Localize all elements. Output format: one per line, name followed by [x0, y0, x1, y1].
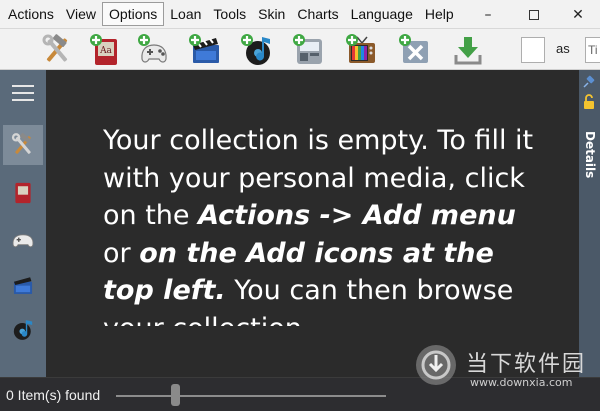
tools-icon[interactable]: [40, 33, 74, 67]
maximize-icon: [529, 9, 539, 20]
add-music-icon[interactable]: [240, 33, 274, 67]
menu-tools[interactable]: Tools: [207, 2, 252, 26]
menu-view[interactable]: View: [60, 2, 102, 26]
pin-icon[interactable]: [581, 74, 597, 90]
menu-language[interactable]: Language: [345, 2, 419, 26]
message-text-2: or: [103, 237, 140, 269]
close-button[interactable]: ✕: [556, 0, 600, 29]
sidebar-item-music[interactable]: [3, 310, 43, 350]
collection-view: Your collection is empty. To fill it wit…: [46, 70, 579, 377]
sidebar-item-movies[interactable]: [3, 265, 43, 305]
add-book-icon[interactable]: Aa: [89, 33, 123, 67]
minimize-button[interactable]: –: [466, 0, 510, 29]
zoom-slider-track[interactable]: [116, 395, 386, 397]
add-game-icon[interactable]: [137, 33, 171, 67]
game-icon: [12, 234, 34, 248]
menu-skin[interactable]: Skin: [252, 2, 291, 26]
menu-help[interactable]: Help: [419, 2, 460, 26]
book-icon: [15, 182, 31, 204]
actions-add-menu-text: Actions -> Add menu: [198, 200, 516, 231]
search-input[interactable]: [521, 37, 545, 63]
sidebar-item-games[interactable]: [3, 219, 43, 259]
watermark-logo-icon: [416, 345, 456, 385]
music-icon: [13, 320, 33, 340]
details-panel: Details: [579, 70, 600, 377]
download-icon[interactable]: [451, 33, 485, 67]
maximize-button[interactable]: [512, 0, 556, 29]
tools-icon: [11, 132, 31, 154]
add-other-icon[interactable]: [398, 33, 432, 67]
lock-icon[interactable]: [582, 94, 596, 110]
sidebar-item-books[interactable]: [3, 173, 43, 213]
movie-icon: [13, 277, 33, 295]
toolbar: Aa as Ti: [0, 29, 600, 70]
sidebar: [0, 70, 46, 377]
watermark-url: www.downxia.com: [470, 376, 573, 389]
hamburger-menu-icon[interactable]: [12, 85, 34, 102]
view-select[interactable]: Ti: [585, 37, 600, 63]
menu-charts[interactable]: Charts: [291, 2, 344, 26]
menu-options[interactable]: Options: [102, 2, 165, 26]
add-software-icon[interactable]: [292, 33, 326, 67]
menu-bar: Actions View Options Loan Tools Skin Cha…: [0, 0, 600, 29]
svg-text:Aa: Aa: [99, 46, 112, 56]
as-label: as: [556, 41, 570, 56]
add-movie-icon[interactable]: [188, 33, 222, 67]
zoom-slider-thumb[interactable]: [171, 384, 180, 406]
add-tv-icon[interactable]: [345, 33, 379, 67]
menu-loan[interactable]: Loan: [164, 2, 207, 26]
items-found-label: 0 Item(s) found: [6, 387, 101, 403]
menu-actions[interactable]: Actions: [0, 2, 60, 26]
details-tab[interactable]: Details: [580, 120, 600, 190]
empty-collection-message: Your collection is empty. To fill it wit…: [103, 122, 543, 326]
sidebar-item-tools[interactable]: [3, 125, 43, 165]
watermark-name: 当下软件园: [466, 352, 587, 377]
